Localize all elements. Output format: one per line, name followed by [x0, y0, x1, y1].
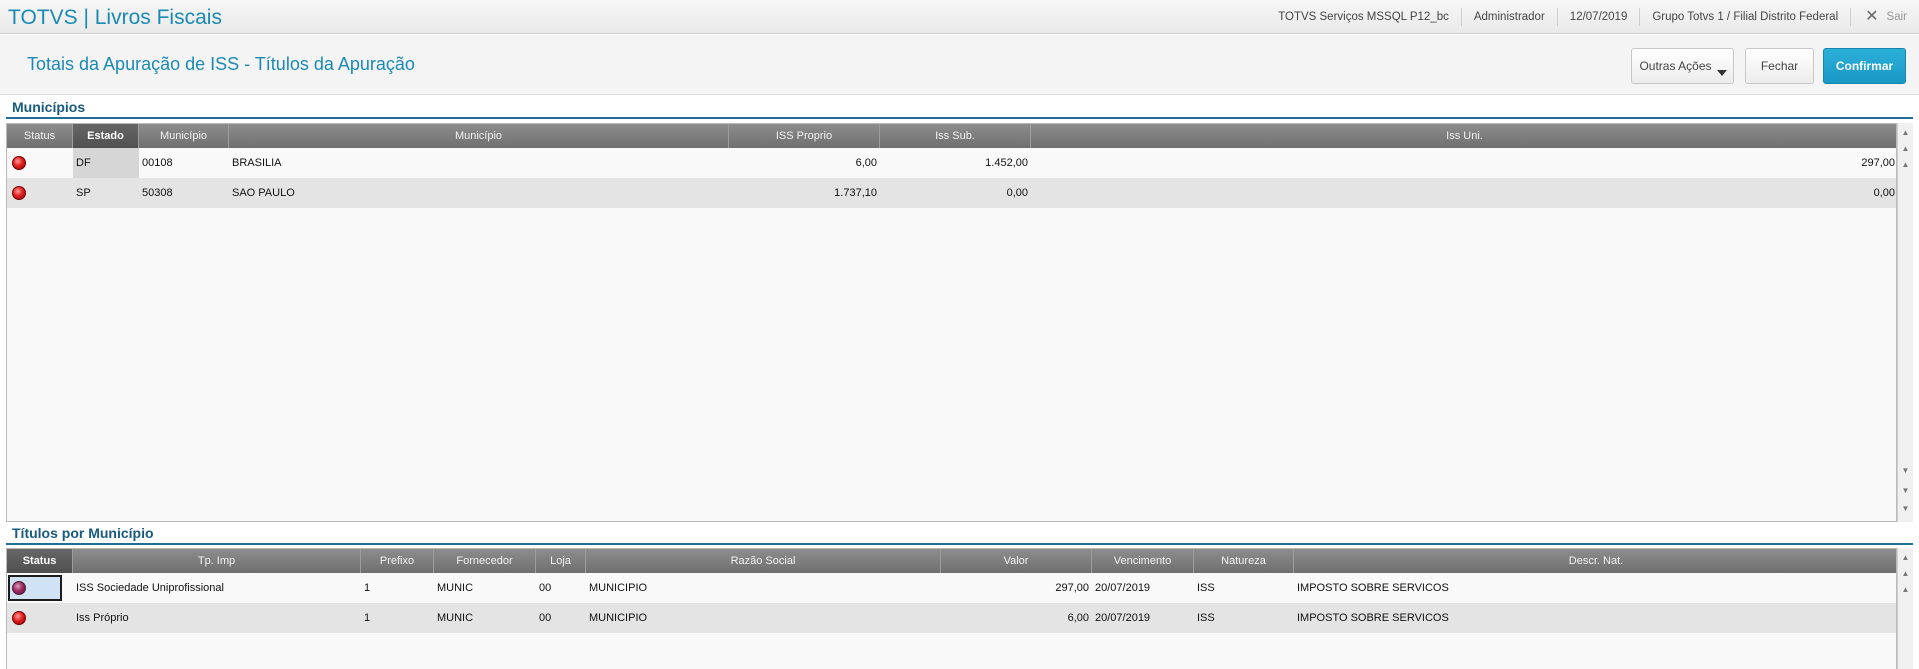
iss-uni-cell[interactable]: 297,00: [1031, 148, 1896, 178]
col-iss-uni[interactable]: Iss Uni.: [1031, 124, 1896, 148]
titulos-grid-header: Status Tp. Imp Prefixo Fornecedor Loja R…: [7, 549, 1896, 573]
municipios-grid[interactable]: Status Estado Município Município ISS Pr…: [6, 123, 1897, 522]
iss-proprio-cell[interactable]: 6,00: [729, 148, 880, 178]
fechar-button[interactable]: Fechar: [1745, 48, 1814, 84]
confirmar-button[interactable]: Confirmar: [1823, 48, 1906, 84]
estado-cell[interactable]: SP: [73, 178, 139, 208]
scroll-up-icon[interactable]: ▲: [1900, 159, 1911, 170]
branch-label[interactable]: Grupo Totvs 1 / Filial Distrito Federal: [1639, 8, 1850, 26]
col-fornecedor[interactable]: Fornecedor: [434, 549, 536, 573]
vencimento-cell[interactable]: 20/07/2019: [1092, 603, 1194, 633]
col-iss-sub[interactable]: Iss Sub.: [880, 124, 1031, 148]
top-info-bar: TOTVS Serviços MSSQL P12_bc Administrado…: [1266, 0, 1919, 34]
fornecedor-cell[interactable]: MUNIC: [434, 603, 536, 633]
outras-acoes-button[interactable]: Outras Ações: [1631, 48, 1734, 84]
descr-nat-cell[interactable]: IMPOSTO SOBRE SERVICOS: [1294, 573, 1896, 603]
col-razao-social[interactable]: Razão Social: [586, 549, 941, 573]
col-descr-nat[interactable]: Descr. Nat.: [1294, 549, 1896, 573]
table-row[interactable]: DF 00108 BRASILIA 6,00 1.452,00 297,00: [7, 148, 1896, 178]
col-tp-imp[interactable]: Tp. Imp: [73, 549, 361, 573]
iss-uni-cell[interactable]: 0,00: [1031, 178, 1896, 208]
loja-cell[interactable]: 00: [536, 573, 586, 603]
tp-imp-cell[interactable]: ISS Sociedade Uniprofissional: [73, 573, 361, 603]
date-label[interactable]: 12/07/2019: [1556, 8, 1640, 26]
titulos-divider: [6, 543, 1913, 545]
col-vencimento[interactable]: Vencimento: [1092, 549, 1194, 573]
estado-cell[interactable]: DF: [73, 148, 139, 178]
top-bar: TOTVS | Livros Fiscais TOTVS Serviços MS…: [0, 0, 1919, 34]
prefixo-cell[interactable]: 1: [361, 573, 434, 603]
municipios-grid-header: Status Estado Município Município ISS Pr…: [7, 124, 1896, 148]
scroll-down-icon[interactable]: ▼: [1900, 465, 1911, 476]
razao-social-cell[interactable]: MUNICIPIO: [586, 603, 941, 633]
col-municipio-nome[interactable]: Município: [229, 124, 729, 148]
status-dot-icon: [12, 581, 26, 595]
outras-acoes-label: Outras Ações: [1639, 59, 1712, 73]
loja-cell[interactable]: 00: [536, 603, 586, 633]
municipios-scrollbar[interactable]: ▲ ▲ ▲ ▼ ▼ ▼: [1897, 123, 1913, 522]
titulos-scrollbar[interactable]: ▲ ▲ ▲: [1897, 548, 1913, 669]
vencimento-cell[interactable]: 20/07/2019: [1092, 573, 1194, 603]
codigo-cell[interactable]: 50308: [139, 178, 229, 208]
titulos-section-title: Títulos por Município: [12, 525, 154, 541]
col-iss-proprio[interactable]: ISS Proprio: [729, 124, 880, 148]
logout-button[interactable]: ✕ Sair: [1850, 8, 1919, 26]
col-status[interactable]: Status: [7, 124, 73, 148]
valor-cell[interactable]: 297,00: [941, 573, 1092, 603]
tp-imp-cell[interactable]: Iss Próprio: [73, 603, 361, 633]
scroll-up-icon[interactable]: ▲: [1900, 584, 1911, 595]
col-natureza[interactable]: Natureza: [1194, 549, 1294, 573]
scroll-page-up-icon[interactable]: ▲: [1900, 143, 1911, 154]
red-status-dot-icon: [12, 156, 26, 170]
scroll-top-icon[interactable]: ▲: [1900, 552, 1911, 563]
caret-down-icon: [1717, 70, 1727, 76]
close-icon: ✕: [1865, 8, 1879, 25]
iss-sub-cell[interactable]: 0,00: [880, 178, 1031, 208]
logout-label: Sair: [1886, 11, 1907, 23]
scroll-page-down-icon[interactable]: ▼: [1900, 485, 1911, 496]
col-valor[interactable]: Valor: [941, 549, 1092, 573]
prefixo-cell[interactable]: 1: [361, 603, 434, 633]
municipios-divider: [6, 117, 1913, 119]
table-row[interactable]: Iss Próprio 1 MUNIC 00 MUNICIPIO 6,00 20…: [7, 603, 1896, 633]
table-row[interactable]: ISS Sociedade Uniprofissional 1 MUNIC 00…: [7, 573, 1896, 603]
scroll-top-icon[interactable]: ▲: [1900, 127, 1911, 138]
razao-social-cell[interactable]: MUNICIPIO: [586, 573, 941, 603]
red-status-dot-icon: [12, 186, 26, 200]
table-row[interactable]: SP 50308 SAO PAULO 1.737,10 0,00 0,00: [7, 178, 1896, 208]
col-status[interactable]: Status: [7, 549, 73, 573]
valor-cell[interactable]: 6,00: [941, 603, 1092, 633]
environment-label[interactable]: TOTVS Serviços MSSQL P12_bc: [1266, 8, 1461, 26]
fornecedor-cell[interactable]: MUNIC: [434, 573, 536, 603]
col-municipio-codigo[interactable]: Município: [139, 124, 229, 148]
iss-sub-cell[interactable]: 1.452,00: [880, 148, 1031, 178]
col-estado[interactable]: Estado: [73, 124, 139, 148]
descr-nat-cell[interactable]: IMPOSTO SOBRE SERVICOS: [1294, 603, 1896, 633]
iss-proprio-cell[interactable]: 1.737,10: [729, 178, 880, 208]
municipio-cell[interactable]: BRASILIA: [229, 148, 729, 178]
col-prefixo[interactable]: Prefixo: [361, 549, 434, 573]
page-header: Totais da Apuração de ISS - Títulos da A…: [0, 35, 1919, 95]
red-status-dot-icon: [12, 611, 26, 625]
page-title: Totais da Apuração de ISS - Títulos da A…: [27, 54, 415, 74]
codigo-cell[interactable]: 00108: [139, 148, 229, 178]
user-label[interactable]: Administrador: [1460, 8, 1557, 26]
municipio-cell[interactable]: SAO PAULO: [229, 178, 729, 208]
titulos-grid[interactable]: Status Tp. Imp Prefixo Fornecedor Loja R…: [6, 548, 1897, 669]
natureza-cell[interactable]: ISS: [1194, 603, 1294, 633]
scroll-page-up-icon[interactable]: ▲: [1900, 568, 1911, 579]
municipios-section-title: Municípios: [12, 99, 86, 115]
scroll-bottom-icon[interactable]: ▼: [1900, 503, 1911, 514]
col-loja[interactable]: Loja: [536, 549, 586, 573]
app-title: TOTVS | Livros Fiscais: [8, 6, 222, 29]
natureza-cell[interactable]: ISS: [1194, 573, 1294, 603]
